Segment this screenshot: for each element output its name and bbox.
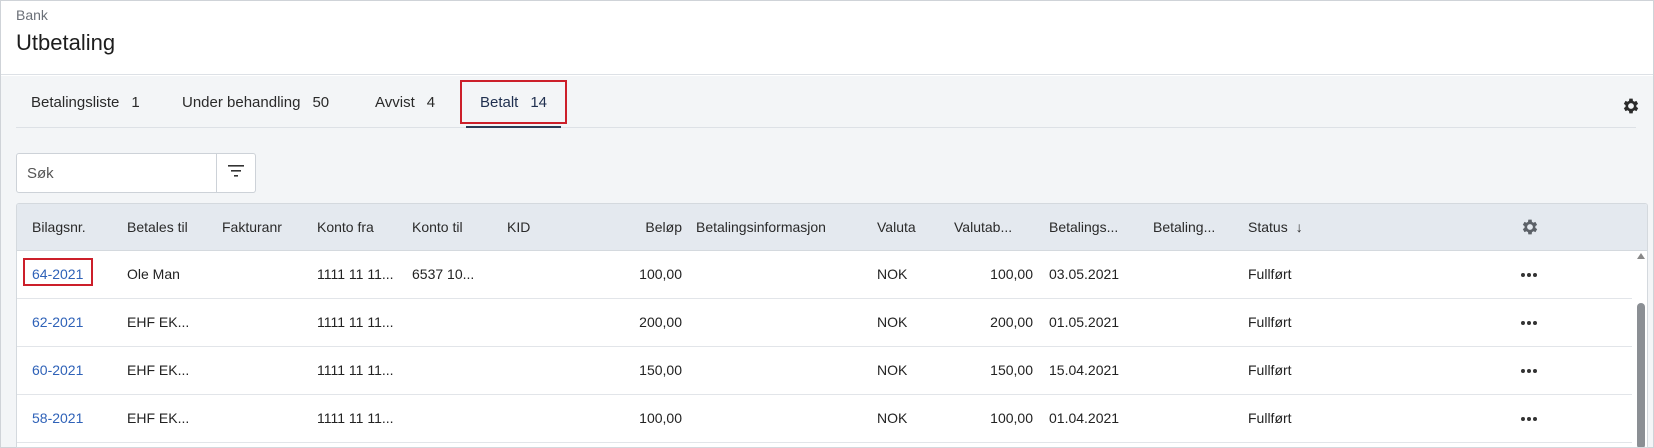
cell-valuta: NOK (877, 266, 908, 282)
search-input[interactable] (17, 154, 216, 192)
main-content: Betalingsliste 1 Under behandling 50 Avv… (1, 76, 1653, 448)
page-title: Utbetaling (16, 30, 116, 55)
breadcrumb[interactable]: Bank (16, 7, 48, 23)
cell-betalingsdato: 01.05.2021 (1049, 314, 1120, 330)
bilagsnr-link[interactable]: 62-2021 (32, 299, 83, 346)
more-horizontal-icon[interactable] (1517, 251, 1541, 298)
cell-status: Fullført (1248, 362, 1292, 378)
cell-status: Fullført (1248, 314, 1292, 330)
column-header-valutabelop[interactable]: Valutab... (954, 204, 1012, 251)
cell-betalingsdato: 03.05.2021 (1049, 266, 1120, 282)
tab-count: 50 (312, 93, 330, 111)
column-header-belop[interactable]: Beløp (587, 204, 682, 251)
tab-under-behandling[interactable]: Under behandling 50 (182, 76, 329, 128)
gear-icon[interactable] (1520, 217, 1540, 237)
cell-belop: 100,00 (639, 410, 682, 426)
tab-bar: Betalingsliste 1 Under behandling 50 Avv… (16, 76, 1636, 128)
more-horizontal-icon[interactable] (1517, 395, 1541, 442)
cell-status: Fullført (1248, 410, 1292, 426)
column-header-status[interactable]: Status ↓ (1248, 204, 1303, 251)
cell-betales-til: Ole Man (127, 266, 180, 282)
scroll-thumb[interactable] (1637, 303, 1645, 447)
column-header-betalingsinformasjon[interactable]: Betalingsinformasjon (696, 204, 826, 251)
cell-valutabelop: 100,00 (990, 266, 1033, 282)
column-header-kid[interactable]: KID (507, 204, 530, 251)
tab-label: Under behandling (182, 93, 301, 111)
vertical-scrollbar[interactable] (1634, 251, 1647, 447)
filter-button[interactable] (216, 154, 255, 192)
table-row[interactable]: 64-2021 Ole Man 1111 11 11... 6537 10...… (17, 251, 1632, 299)
cell-belop: 150,00 (639, 362, 682, 378)
column-header-betalingsdato[interactable]: Betalings... (1049, 204, 1118, 251)
column-header-betaling[interactable]: Betaling... (1153, 204, 1215, 251)
cell-konto-til: 6537 10... (412, 266, 475, 282)
table-row[interactable]: 60-2021 EHF EK... 1111 11 11... 150,00 N… (17, 347, 1632, 395)
bilagsnr-link[interactable]: 64-2021 (32, 251, 83, 298)
cell-konto-fra: 1111 11 11... (317, 314, 394, 330)
cell-konto-fra: 1111 11 11... (317, 362, 394, 378)
tab-label: Avvist (375, 93, 415, 111)
cell-valutabelop: 100,00 (990, 410, 1033, 426)
table-header: Bilagsnr. Betales til Fakturanr Konto fr… (17, 204, 1647, 251)
column-header-konto-fra[interactable]: Konto fra (317, 204, 374, 251)
scroll-up-arrow-icon[interactable] (1637, 253, 1645, 259)
column-header-bilagsnr[interactable]: Bilagsnr. (32, 204, 86, 251)
cell-valutabelop: 150,00 (990, 362, 1033, 378)
column-header-betales-til[interactable]: Betales til (127, 204, 188, 251)
tab-label: Betalt (479, 93, 519, 111)
column-header-konto-til[interactable]: Konto til (412, 204, 463, 251)
bilagsnr-link[interactable]: 60-2021 (32, 347, 83, 394)
tab-count: 1 (131, 93, 140, 111)
cell-konto-fra: 1111 11 11... (317, 410, 394, 426)
cell-valuta: NOK (877, 362, 908, 378)
table-row[interactable]: 62-2021 EHF EK... 1111 11 11... 200,00 N… (17, 299, 1632, 347)
tab-label: Betalingsliste (31, 93, 120, 111)
more-horizontal-icon[interactable] (1517, 299, 1541, 346)
cell-belop: 200,00 (639, 314, 682, 330)
cell-valuta: NOK (877, 410, 908, 426)
more-horizontal-icon[interactable] (1517, 347, 1541, 394)
column-header-valuta[interactable]: Valuta (877, 204, 916, 251)
tab-avvist[interactable]: Avvist 4 (375, 76, 435, 128)
cell-status: Fullført (1248, 266, 1292, 282)
cell-valuta: NOK (877, 314, 908, 330)
cell-belop: 100,00 (639, 266, 682, 282)
cell-betalingsdato: 01.04.2021 (1049, 410, 1120, 426)
tab-betalingsliste[interactable]: Betalingsliste 1 (31, 76, 140, 128)
payments-table: Bilagsnr. Betales til Fakturanr Konto fr… (16, 203, 1648, 448)
cell-betales-til: EHF EK... (127, 362, 190, 378)
table-row[interactable]: 58-2021 EHF EK... 1111 11 11... 100,00 N… (17, 395, 1632, 443)
filter-icon (227, 164, 245, 183)
column-header-fakturanr[interactable]: Fakturanr (222, 204, 282, 251)
page-header: Bank Utbetaling (1, 1, 1653, 75)
gear-icon[interactable] (1621, 96, 1641, 116)
sort-descending-icon: ↓ (1295, 219, 1303, 235)
tab-betalt[interactable]: Betalt 14 (466, 76, 561, 128)
cell-konto-fra: 1111 11 11... (317, 266, 394, 282)
tab-count: 14 (530, 93, 548, 111)
bilagsnr-link[interactable]: 58-2021 (32, 395, 83, 442)
tab-count: 4 (426, 93, 436, 111)
cell-betales-til: EHF EK... (127, 410, 190, 426)
cell-betalingsdato: 15.04.2021 (1049, 362, 1120, 378)
cell-betales-til: EHF EK... (127, 314, 190, 330)
search-box (16, 153, 256, 193)
cell-valutabelop: 200,00 (990, 314, 1033, 330)
active-tab-indicator (466, 126, 561, 128)
column-header-label: Status (1248, 219, 1288, 235)
